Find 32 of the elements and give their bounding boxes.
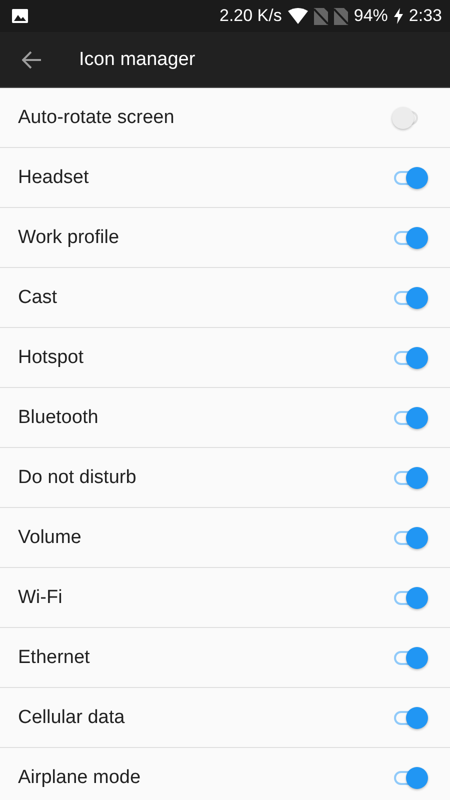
toggle-switch[interactable] xyxy=(392,766,430,790)
setting-label: Auto-rotate screen xyxy=(18,106,174,128)
toggle-switch[interactable] xyxy=(392,706,430,730)
wifi-icon xyxy=(288,8,308,24)
toggle-switch[interactable] xyxy=(392,466,430,490)
network-speed: 2.20 K/s xyxy=(220,6,282,26)
toggle-switch[interactable] xyxy=(392,586,430,610)
toggle-switch[interactable] xyxy=(392,166,430,190)
setting-label: Cellular data xyxy=(18,706,125,728)
setting-label: Hotspot xyxy=(18,346,84,368)
setting-label: Bluetooth xyxy=(18,406,98,428)
setting-label: Work profile xyxy=(18,226,120,248)
setting-label: Volume xyxy=(18,526,82,548)
setting-label: Cast xyxy=(18,286,58,308)
toggle-switch[interactable] xyxy=(392,646,430,670)
toggle-switch[interactable] xyxy=(392,286,430,310)
setting-label: Wi-Fi xyxy=(18,586,62,608)
screen-title: Icon manager xyxy=(79,48,196,70)
image-icon xyxy=(12,9,28,23)
toggle-switch[interactable] xyxy=(392,406,430,430)
setting-label: Headset xyxy=(18,166,89,188)
charging-icon xyxy=(394,8,403,24)
battery-percent: 94% xyxy=(354,6,388,26)
toggle-switch[interactable] xyxy=(392,526,430,550)
no-sim-icon xyxy=(334,8,348,24)
toggle-switch[interactable] xyxy=(392,346,430,370)
setting-label: Do not disturb xyxy=(18,466,136,488)
setting-label: Ethernet xyxy=(18,646,90,668)
setting-label: Airplane mode xyxy=(18,766,141,788)
toggle-switch[interactable] xyxy=(392,226,430,250)
no-sim-icon xyxy=(314,8,328,24)
clock: 2:33 xyxy=(408,6,442,26)
